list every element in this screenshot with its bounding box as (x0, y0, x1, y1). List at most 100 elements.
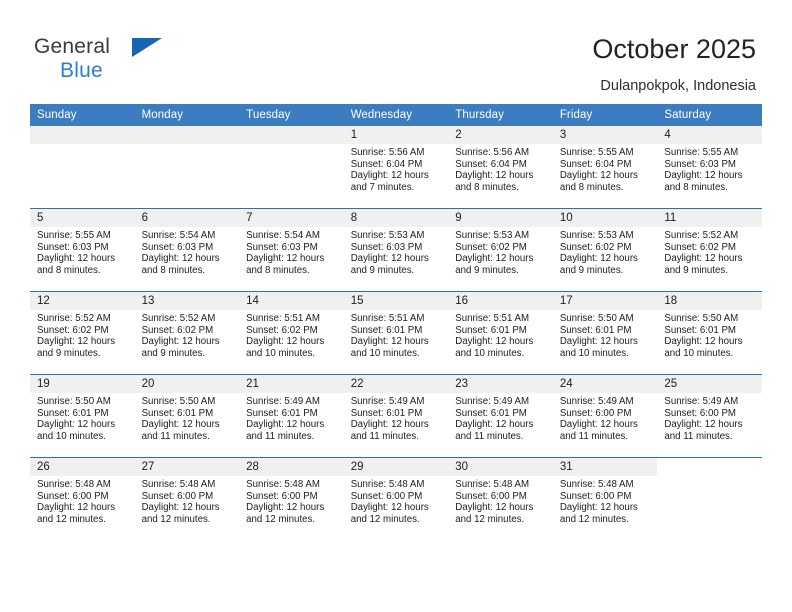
sunset-time: Sunset: 6:03 PM (350, 241, 423, 253)
sunset-time: Sunset: 6:01 PM (559, 324, 632, 336)
calendar-day-cell[interactable]: 2 Sunrise: 5:56 AM Sunset: 6:04 PM Daylight… (448, 126, 553, 209)
day-number (657, 458, 762, 476)
calendar-day-cell[interactable]: 25 Sunrise: 5:49 AM Sunset: 6:00 PM Dayligh… (657, 374, 762, 458)
calendar-empty-cell (657, 457, 762, 540)
calendar-day-cell[interactable]: 15 Sunrise: 5:51 AM Sunset: 6:01 PM Dayligh… (343, 291, 449, 375)
day-details: Sunrise: 5:54 AM Sunset: 6:03 PM Daylight:… (135, 227, 240, 276)
day-number: 7 (239, 209, 344, 227)
sunset-time: Sunset: 6:01 PM (350, 407, 423, 419)
sunset-time: Sunset: 6:02 PM (246, 324, 318, 336)
day-number: 16 (448, 292, 553, 310)
sunset-time: Sunset: 6:00 PM (455, 490, 527, 502)
day-details: Sunrise: 5:52 AM Sunset: 6:02 PM Daylight:… (657, 227, 762, 276)
calendar-day-cell[interactable]: 17 Sunrise: 5:50 AM Sunset: 6:01 PM Dayligh… (552, 291, 658, 375)
weekday-header-friday: Friday (552, 104, 658, 126)
calendar-empty-cell (134, 126, 240, 209)
calendar-day-cell[interactable]: 7 Sunrise: 5:54 AM Sunset: 6:03 PM Daylight… (239, 208, 344, 292)
daylight-duration: Daylight: 12 hours and 12 minutes. (350, 502, 429, 525)
sunrise-time: Sunrise: 5:51 AM (246, 313, 320, 324)
sunrise-time: Sunrise: 5:53 AM (455, 230, 530, 241)
calendar-day-cell[interactable]: 11 Sunrise: 5:52 AM Sunset: 6:02 PM Dayligh… (657, 208, 762, 292)
day-number: 3 (552, 126, 658, 144)
calendar-day-cell[interactable]: 23 Sunrise: 5:49 AM Sunset: 6:01 PM Dayligh… (448, 374, 553, 458)
calendar-page: General Blue October 2025 Dulanpokpok, I… (0, 0, 792, 612)
day-details: Sunrise: 5:48 AM Sunset: 6:00 PM Daylight:… (30, 476, 135, 525)
weekday-header-wednesday: Wednesday (343, 104, 449, 126)
calendar-day-cell[interactable]: 31 Sunrise: 5:48 AM Sunset: 6:00 PM Dayligh… (552, 457, 658, 540)
sunset-time: Sunset: 6:00 PM (37, 490, 109, 502)
daylight-duration: Daylight: 12 hours and 11 minutes. (559, 419, 638, 442)
day-details: Sunrise: 5:48 AM Sunset: 6:00 PM Daylight:… (553, 476, 658, 525)
sunset-time: Sunset: 6:02 PM (37, 324, 109, 336)
daylight-duration: Daylight: 12 hours and 12 minutes. (37, 502, 116, 525)
day-details: Sunrise: 5:50 AM Sunset: 6:01 PM Daylight:… (657, 310, 762, 359)
calendar-day-cell[interactable]: 20 Sunrise: 5:50 AM Sunset: 6:01 PM Dayligh… (134, 374, 240, 458)
day-number: 31 (552, 458, 658, 476)
calendar-day-cell[interactable]: 5 Sunrise: 5:55 AM Sunset: 6:03 PM Daylight… (30, 208, 135, 292)
calendar-day-cell[interactable]: 26 Sunrise: 5:48 AM Sunset: 6:00 PM Dayligh… (30, 457, 135, 540)
calendar-day-cell[interactable]: 29 Sunrise: 5:48 AM Sunset: 6:00 PM Dayligh… (343, 457, 449, 540)
daylight-duration: Daylight: 12 hours and 12 minutes. (559, 502, 638, 525)
daylight-duration: Daylight: 12 hours and 11 minutes. (246, 419, 325, 442)
sunset-time: Sunset: 6:00 PM (559, 407, 632, 419)
day-details: Sunrise: 5:52 AM Sunset: 6:02 PM Daylight:… (30, 310, 135, 359)
calendar-day-cell[interactable]: 21 Sunrise: 5:49 AM Sunset: 6:01 PM Dayligh… (239, 374, 344, 458)
calendar-day-cell[interactable]: 8 Sunrise: 5:53 AM Sunset: 6:03 PM Daylight… (343, 208, 449, 292)
calendar-day-cell[interactable]: 1 Sunrise: 5:56 AM Sunset: 6:04 PM Daylight… (343, 126, 449, 209)
calendar-week-row: 12 Sunrise: 5:52 AM Sunset: 6:02 PM Dayligh… (30, 291, 762, 375)
day-details: Sunrise: 5:51 AM Sunset: 6:01 PM Daylight:… (344, 310, 449, 359)
calendar-day-cell[interactable]: 18 Sunrise: 5:50 AM Sunset: 6:01 PM Dayligh… (657, 291, 762, 375)
daylight-duration: Daylight: 12 hours and 11 minutes. (350, 419, 429, 442)
daylight-duration: Daylight: 12 hours and 8 minutes. (455, 170, 534, 193)
calendar-day-cell[interactable]: 13 Sunrise: 5:52 AM Sunset: 6:02 PM Dayligh… (134, 291, 240, 375)
sunset-time: Sunset: 6:04 PM (559, 158, 632, 170)
general-blue-logo: General Blue (34, 35, 162, 81)
calendar-day-cell[interactable]: 6 Sunrise: 5:54 AM Sunset: 6:03 PM Daylight… (134, 208, 240, 292)
day-details: Sunrise: 5:56 AM Sunset: 6:04 PM Daylight:… (448, 144, 553, 193)
day-number: 21 (239, 375, 344, 393)
logo-general-label: General (34, 35, 111, 58)
calendar-day-cell[interactable]: 9 Sunrise: 5:53 AM Sunset: 6:02 PM Daylight… (448, 208, 553, 292)
calendar-week-row: 19 Sunrise: 5:50 AM Sunset: 6:01 PM Dayligh… (30, 374, 762, 458)
daylight-duration: Daylight: 12 hours and 8 minutes. (141, 253, 220, 276)
calendar-day-cell[interactable]: 30 Sunrise: 5:48 AM Sunset: 6:00 PM Dayligh… (448, 457, 553, 540)
day-number: 12 (30, 292, 135, 310)
sunset-time: Sunset: 6:00 PM (246, 490, 318, 502)
calendar-week-row: 26 Sunrise: 5:48 AM Sunset: 6:00 PM Dayligh… (30, 457, 762, 540)
day-number: 30 (448, 458, 553, 476)
calendar-day-cell[interactable]: 24 Sunrise: 5:49 AM Sunset: 6:00 PM Dayligh… (552, 374, 658, 458)
day-details: Sunrise: 5:50 AM Sunset: 6:01 PM Daylight:… (135, 393, 240, 442)
daylight-duration: Daylight: 12 hours and 10 minutes. (664, 336, 743, 359)
calendar-day-cell[interactable]: 12 Sunrise: 5:52 AM Sunset: 6:02 PM Dayligh… (30, 291, 135, 375)
sunrise-time: Sunrise: 5:53 AM (350, 230, 425, 241)
sunrise-time: Sunrise: 5:49 AM (559, 396, 634, 407)
sunset-time: Sunset: 6:01 PM (664, 324, 736, 336)
sunset-time: Sunset: 6:02 PM (141, 324, 214, 336)
daylight-duration: Daylight: 12 hours and 8 minutes. (37, 253, 116, 276)
calendar-day-cell[interactable]: 27 Sunrise: 5:48 AM Sunset: 6:00 PM Dayligh… (134, 457, 240, 540)
sunset-time: Sunset: 6:04 PM (455, 158, 527, 170)
sunset-time: Sunset: 6:01 PM (455, 407, 527, 419)
day-details: Sunrise: 5:53 AM Sunset: 6:02 PM Daylight:… (448, 227, 553, 276)
page-subtitle-location: Dulanpokpok, Indonesia (600, 78, 756, 94)
day-details: Sunrise: 5:48 AM Sunset: 6:00 PM Daylight:… (135, 476, 240, 525)
calendar-day-cell[interactable]: 14 Sunrise: 5:51 AM Sunset: 6:02 PM Dayligh… (239, 291, 344, 375)
calendar-day-cell[interactable]: 4 Sunrise: 5:55 AM Sunset: 6:03 PM Daylight… (657, 126, 762, 209)
weekday-header-tuesday: Tuesday (239, 104, 344, 126)
calendar-day-cell[interactable]: 16 Sunrise: 5:51 AM Sunset: 6:01 PM Dayligh… (448, 291, 553, 375)
sunrise-time: Sunrise: 5:54 AM (246, 230, 320, 241)
calendar-empty-cell (239, 126, 344, 209)
day-number: 9 (448, 209, 553, 227)
sunrise-sunset-calendar: Sunday Monday Tuesday Wednesday Thursday… (30, 104, 762, 540)
day-details: Sunrise: 5:49 AM Sunset: 6:00 PM Daylight:… (657, 393, 762, 442)
calendar-day-cell[interactable]: 10 Sunrise: 5:53 AM Sunset: 6:02 PM Dayligh… (552, 208, 658, 292)
day-number: 20 (134, 375, 240, 393)
sunrise-time: Sunrise: 5:52 AM (141, 313, 216, 324)
daylight-duration: Daylight: 12 hours and 10 minutes. (37, 419, 116, 442)
calendar-day-cell[interactable]: 22 Sunrise: 5:49 AM Sunset: 6:01 PM Dayligh… (343, 374, 449, 458)
calendar-day-cell[interactable]: 19 Sunrise: 5:50 AM Sunset: 6:01 PM Dayligh… (30, 374, 135, 458)
day-details: Sunrise: 5:55 AM Sunset: 6:04 PM Daylight:… (553, 144, 658, 193)
calendar-day-cell[interactable]: 3 Sunrise: 5:55 AM Sunset: 6:04 PM Daylight… (552, 126, 658, 209)
day-number: 25 (657, 375, 762, 393)
calendar-day-cell[interactable]: 28 Sunrise: 5:48 AM Sunset: 6:00 PM Dayligh… (239, 457, 344, 540)
